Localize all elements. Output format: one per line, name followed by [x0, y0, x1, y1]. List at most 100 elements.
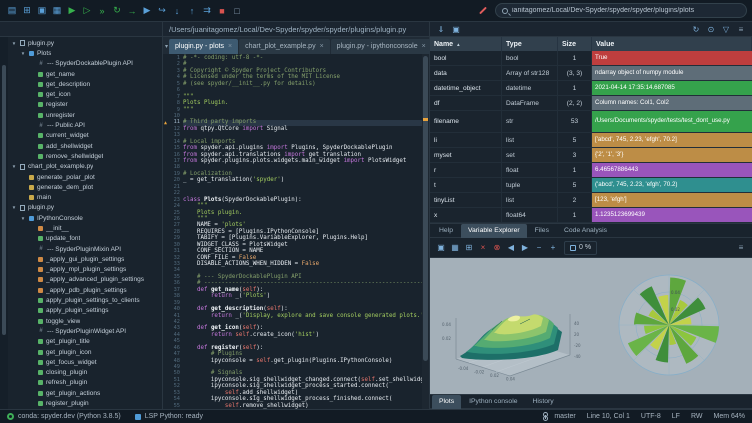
outline-item[interactable]: #--- SpyderPluginMixin API: [8, 244, 162, 254]
file-search-input[interactable]: ianitagomez/Local/Dev-Spyder/spyder/spyd…: [495, 3, 747, 18]
save-plot-icon[interactable]: ▣: [435, 242, 447, 254]
copy-plot-icon[interactable]: ⊞: [463, 242, 475, 254]
tab-variable-explorer[interactable]: Variable Explorer: [461, 224, 527, 238]
column-header-value[interactable]: Value: [592, 37, 752, 51]
variable-value[interactable]: /Users/Documents/spyder/tests/test_dont_…: [592, 111, 752, 132]
refresh-icon[interactable]: ↻: [690, 23, 702, 35]
editor-scrollbar[interactable]: [422, 54, 429, 409]
tab-history[interactable]: History: [526, 395, 561, 409]
outline-item[interactable]: get_description: [8, 79, 162, 89]
tab-code-analysis[interactable]: Code Analysis: [557, 224, 614, 238]
next-plot-icon[interactable]: ▶: [519, 242, 531, 254]
step-over-icon[interactable]: ↪: [155, 4, 169, 18]
variable-row[interactable]: xfloat6411.1235123699439: [430, 208, 752, 223]
remove-all-plots-icon[interactable]: ⊗: [491, 242, 503, 254]
outline-item[interactable]: ▼Plots: [8, 48, 162, 58]
debug-icon[interactable]: ▶: [140, 4, 154, 18]
outline-item[interactable]: generate_dem_plot: [8, 182, 162, 192]
stop-icon[interactable]: ■: [215, 4, 229, 18]
remove-plot-icon[interactable]: ×: [477, 242, 489, 254]
variable-value[interactable]: [123, 'efgh']: [592, 193, 752, 207]
variable-row[interactable]: boolbool1True: [430, 51, 752, 66]
step-return-icon[interactable]: ↑: [185, 4, 199, 18]
variable-row[interactable]: dataArray of str128(3, 3)ndarray object …: [430, 66, 752, 81]
outline-item[interactable]: ▼plugin.py: [8, 203, 162, 213]
plots-options-menu-icon[interactable]: ≡: [735, 242, 747, 254]
dem-surface-figure[interactable]: -0.04-0.020.020.04-40-2020400.020.04: [436, 262, 589, 390]
editor-tab[interactable]: plugin.py - plots×: [169, 39, 238, 54]
column-header-name[interactable]: Name▲: [430, 37, 502, 51]
tab-plots[interactable]: Plots: [432, 395, 461, 409]
outline-item[interactable]: #--- SpyderPluginWidget API: [8, 326, 162, 336]
search-icon[interactable]: ⊙: [705, 23, 717, 35]
variable-value[interactable]: 1.1235123699439: [592, 208, 752, 222]
outline-item[interactable]: register_plugin: [8, 398, 162, 408]
save-all-icon[interactable]: ▦: [50, 4, 64, 18]
outline-item[interactable]: add_shellwidget: [8, 141, 162, 151]
outline-item[interactable]: _apply_advanced_plugin_settings: [8, 275, 162, 285]
zoom-control[interactable]: 0 %: [564, 241, 597, 255]
outline-item[interactable]: main: [8, 192, 162, 202]
expander-icon[interactable]: ▼: [11, 164, 17, 169]
outline-item[interactable]: current_widget: [8, 131, 162, 141]
close-tab-icon[interactable]: ×: [422, 43, 426, 50]
outline-item[interactable]: toggle_view: [8, 316, 162, 326]
variable-row[interactable]: lilist5['abcd', 745, 2.23, 'efgh', 70.2]: [430, 133, 752, 148]
expander-icon[interactable]: ▼: [20, 216, 26, 221]
outline-item[interactable]: apply_plugin_settings: [8, 306, 162, 316]
outline-item[interactable]: generate_polar_plot: [8, 172, 162, 182]
outline-item[interactable]: __init__: [8, 223, 162, 233]
outline-item[interactable]: register: [8, 100, 162, 110]
code-editor[interactable]: ▲ 12345678910111213141516171819202122232…: [163, 54, 429, 409]
variable-value[interactable]: {'2', '1', '3'}: [592, 148, 752, 162]
tab-ipython-console[interactable]: IPython console: [462, 395, 524, 409]
browse-tabs-button[interactable]: ▾: [165, 39, 168, 54]
run-cell-icon[interactable]: ▷: [80, 4, 94, 18]
outline-item[interactable]: get_focus_widget: [8, 357, 162, 367]
variable-value[interactable]: ('abcd', 745, 2.23, 'efgh', 70.2): [592, 178, 752, 192]
zoom-in-icon[interactable]: +: [547, 242, 559, 254]
outline-item[interactable]: _apply_gui_plugin_settings: [8, 254, 162, 264]
editor-tab[interactable]: chart_plot_example.py×: [239, 39, 330, 54]
outline-item[interactable]: closing_plugin: [8, 368, 162, 378]
column-header-type[interactable]: Type: [502, 37, 558, 51]
run-cell-advance-icon[interactable]: »: [95, 4, 109, 18]
outline-item[interactable]: remove_shellwidget: [8, 151, 162, 161]
run-selection-icon[interactable]: →: [125, 4, 139, 18]
filter-icon[interactable]: ▽: [720, 23, 732, 35]
outline-item[interactable]: get_name: [8, 69, 162, 79]
variable-row[interactable]: filenamestr53/Users/Documents/spyder/tes…: [430, 111, 752, 133]
open-file-icon[interactable]: ⊞: [20, 4, 34, 18]
warning-flag[interactable]: [423, 118, 428, 121]
expander-icon[interactable]: ▼: [11, 205, 17, 210]
save-all-plots-icon[interactable]: ▦: [449, 242, 461, 254]
previous-plot-icon[interactable]: ◀: [505, 242, 517, 254]
step-into-icon[interactable]: ↓: [170, 4, 184, 18]
variable-value[interactable]: ndarray object of numpy module: [592, 66, 752, 80]
tab-files[interactable]: Files: [528, 224, 556, 238]
variable-value[interactable]: ['abcd', 745, 2.23, 'efgh', 70.2]: [592, 133, 752, 147]
column-header-size[interactable]: Size: [558, 37, 592, 51]
continue-icon[interactable]: ⇉: [200, 4, 214, 18]
conda-status[interactable]: conda: spyder.dev (Python 3.8.5): [7, 413, 121, 420]
new-file-icon[interactable]: ▤: [5, 4, 19, 18]
variable-row[interactable]: ttuple5('abcd', 745, 2.23, 'efgh', 70.2): [430, 178, 752, 193]
rerun-cell-icon[interactable]: ↻: [110, 4, 124, 18]
outline-item[interactable]: apply_plugin_settings_to_clients: [8, 295, 162, 305]
outline-item[interactable]: #--- Public API: [8, 120, 162, 130]
outline-scrollbar-thumb[interactable]: [2, 65, 6, 335]
outline-item[interactable]: unregister: [8, 110, 162, 120]
polar-figure[interactable]: 0.020.04: [593, 262, 746, 390]
outline-scrollbar[interactable]: [0, 37, 8, 409]
outline-item[interactable]: refresh_plugin: [8, 378, 162, 388]
fit-to-window-checkbox[interactable]: [570, 245, 576, 251]
variable-row[interactable]: dfDataFrame(2, 2)Column names: Col1, Col…: [430, 96, 752, 111]
close-tab-icon[interactable]: ×: [320, 43, 324, 50]
run-icon[interactable]: ▶: [65, 4, 79, 18]
variable-row[interactable]: rfloat16.46567886443: [430, 163, 752, 178]
outline-item[interactable]: ▼chart_plot_example.py: [8, 162, 162, 172]
options-menu-icon[interactable]: ≡: [735, 23, 747, 35]
outline-item[interactable]: get_plugin_title: [8, 337, 162, 347]
save-data-icon[interactable]: ▣: [450, 23, 462, 35]
outline-item[interactable]: ▼IPythonConsole: [8, 213, 162, 223]
